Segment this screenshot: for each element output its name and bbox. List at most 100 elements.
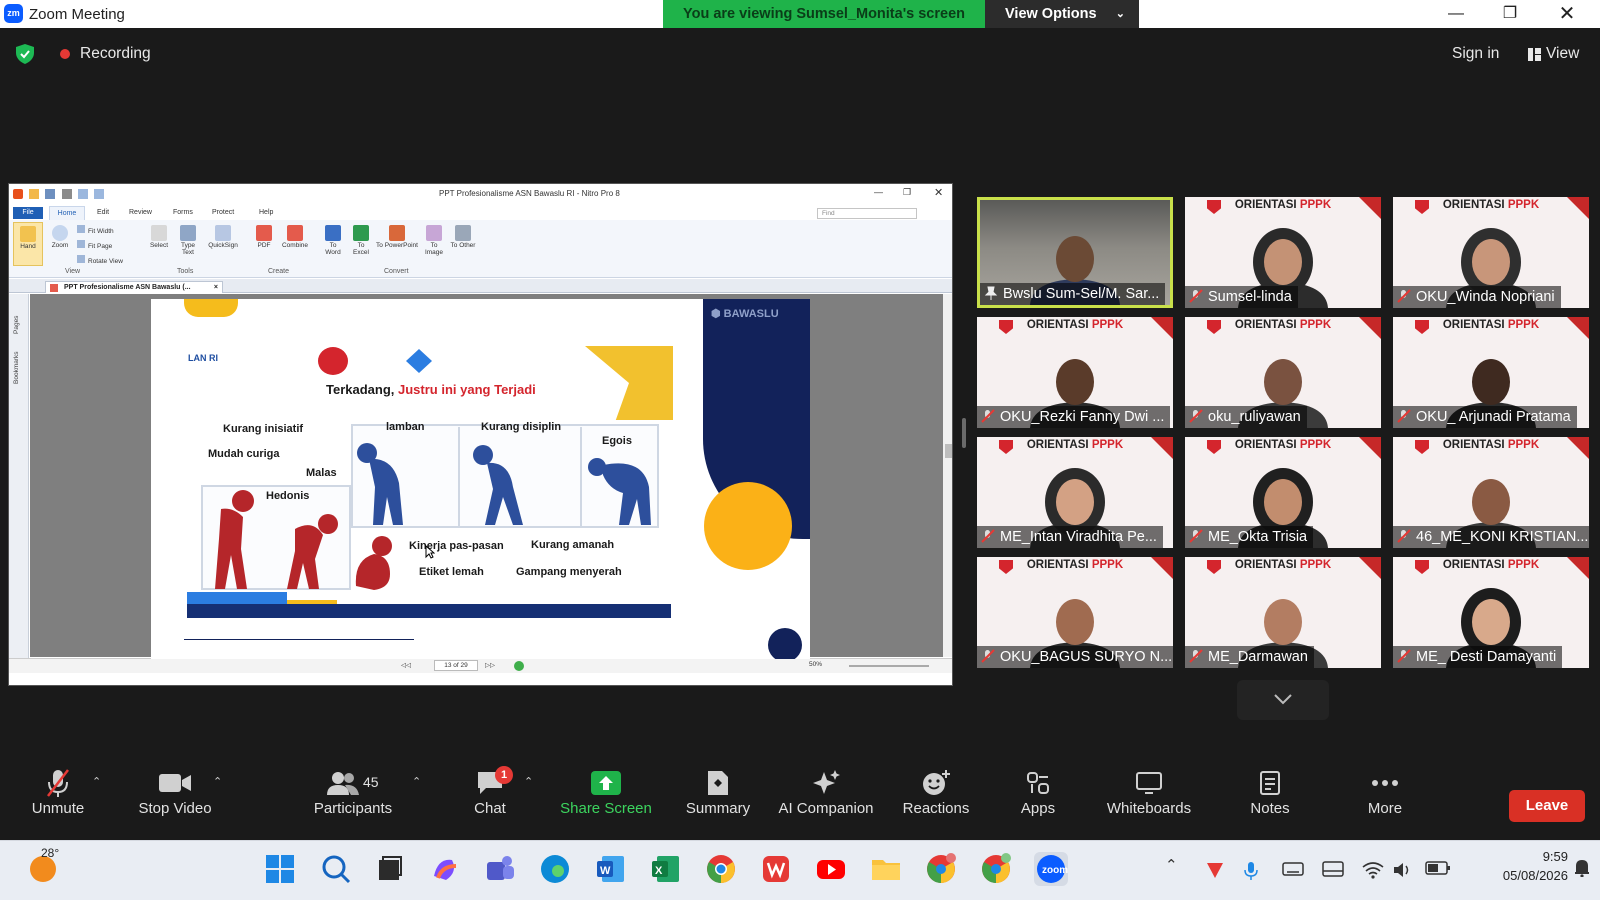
participant-tile[interactable]: ORIENTASI PPPK ME_Okta Trisia xyxy=(1185,437,1381,548)
participant-tile[interactable]: ORIENTASI PPPK 46_ME_KONI KRISTIAN... xyxy=(1393,437,1589,548)
tab-file[interactable]: File xyxy=(13,207,43,219)
participant-tile[interactable]: ORIENTASI PPPK ME_ Desti Damayanti xyxy=(1393,557,1589,668)
edge-browser-icon[interactable] xyxy=(538,852,572,886)
fit-width-button[interactable]: Fit Width xyxy=(77,224,123,239)
keyboard-icon[interactable] xyxy=(1282,861,1304,877)
page-indicator[interactable]: 13 of 29 xyxy=(434,660,478,671)
tab-protect[interactable]: Protect xyxy=(212,209,234,216)
zoom-level[interactable]: 50% xyxy=(809,661,822,668)
weather-temperature[interactable]: 28° xyxy=(41,846,59,860)
type-text-button[interactable]: Type Text xyxy=(175,225,201,256)
whiteboards-button[interactable]: Whiteboards xyxy=(1100,768,1198,817)
word-icon[interactable]: W xyxy=(594,852,628,886)
to-image-button[interactable]: To Image xyxy=(421,225,447,256)
vertical-scrollbar[interactable] xyxy=(943,294,952,657)
document-tab[interactable]: PPT Profesionalisme ASN Bawaslu (... × xyxy=(45,281,223,293)
gallery-next-page-button[interactable] xyxy=(1237,680,1329,720)
participant-tile[interactable]: ORIENTASI PPPK Sumsel-linda xyxy=(1185,197,1381,308)
pages-panel-tab[interactable]: Pages xyxy=(13,316,20,334)
zoom-app-icon[interactable]: zoom xyxy=(1034,852,1068,886)
zoom-tool-button[interactable]: Zoom xyxy=(47,225,73,249)
minimize-button[interactable]: — xyxy=(1433,0,1479,28)
chrome-second-profile-icon[interactable] xyxy=(979,852,1013,886)
display-icon[interactable] xyxy=(1322,861,1344,877)
task-view-icon[interactable] xyxy=(373,852,407,886)
fit-page-button[interactable]: Fit Page xyxy=(77,239,123,254)
to-other-button[interactable]: To Other xyxy=(449,225,477,249)
show-hidden-icons-caret-icon[interactable]: ⌃ xyxy=(1165,856,1178,874)
copilot-icon[interactable] xyxy=(428,852,462,886)
volume-icon[interactable] xyxy=(1392,861,1412,879)
participant-tile[interactable]: ORIENTASI PPPK OKU_Winda Nopriani xyxy=(1393,197,1589,308)
notes-button[interactable]: Notes xyxy=(1240,768,1300,817)
youtube-icon[interactable] xyxy=(814,852,848,886)
to-excel-button[interactable]: To Excel xyxy=(349,225,373,256)
notification-bell-icon[interactable] xyxy=(1573,857,1591,877)
encryption-shield-icon[interactable] xyxy=(16,44,34,64)
next-page-icon[interactable]: ▷▷ xyxy=(485,661,495,669)
scrollbar-thumb[interactable] xyxy=(945,444,952,458)
share-screen-button[interactable]: Share Screen xyxy=(558,768,654,817)
ai-companion-button[interactable]: AI Companion xyxy=(770,768,882,817)
maximize-button[interactable]: ❐ xyxy=(1487,0,1533,28)
view-options-button[interactable]: View Options ⌄ xyxy=(985,0,1139,28)
tab-review[interactable]: Review xyxy=(129,209,152,216)
close-tab-icon[interactable]: × xyxy=(214,282,218,293)
wps-office-icon[interactable] xyxy=(759,852,793,886)
wifi-icon[interactable] xyxy=(1362,861,1384,879)
recording-label[interactable]: Recording xyxy=(80,45,151,63)
chat-button[interactable]: 1 Chat xyxy=(460,766,520,817)
nitro-restore-button[interactable]: ❐ xyxy=(903,187,911,198)
bookmarks-panel-tab[interactable]: Bookmarks xyxy=(13,351,20,384)
summary-button[interactable]: Summary xyxy=(675,768,761,817)
more-button[interactable]: More xyxy=(1360,768,1410,817)
find-input[interactable]: Find xyxy=(817,208,917,219)
first-page-icon[interactable]: ◁◁ xyxy=(401,661,411,669)
search-icon[interactable] xyxy=(319,852,353,886)
combine-button[interactable]: Combine xyxy=(279,225,311,249)
participant-tile[interactable]: ORIENTASI PPPK OKU_Rezki Fanny Dwi ... xyxy=(977,317,1173,428)
rotate-view-button[interactable]: Rotate View xyxy=(77,254,123,269)
microphone-icon[interactable] xyxy=(1244,861,1258,881)
pdf-button[interactable]: PDF xyxy=(253,225,275,249)
quicksign-button[interactable]: QuickSign xyxy=(205,225,241,249)
print-icon[interactable] xyxy=(61,189,72,199)
participants-button[interactable]: 45 Participants xyxy=(308,768,398,817)
excel-icon[interactable]: X xyxy=(649,852,683,886)
participant-tile[interactable]: Bwslu Sum-Sel/M. Sar... xyxy=(977,197,1173,308)
hand-tool-button[interactable]: Hand xyxy=(13,222,43,266)
clock-date[interactable]: 05/08/2026 xyxy=(1468,868,1568,883)
battery-icon[interactable] xyxy=(1425,861,1451,875)
teams-icon[interactable] xyxy=(483,852,517,886)
chat-options-caret-icon[interactable]: ⌃ xyxy=(524,775,533,788)
participant-tile[interactable]: ORIENTASI PPPK oku_ruliyawan xyxy=(1185,317,1381,428)
tab-home[interactable]: Home xyxy=(49,206,85,220)
panel-splitter[interactable] xyxy=(962,418,966,448)
stop-video-button[interactable]: Stop Video xyxy=(130,768,220,817)
tab-help[interactable]: Help xyxy=(259,209,273,216)
open-icon[interactable] xyxy=(29,189,40,199)
reactions-button[interactable]: Reactions xyxy=(890,768,982,817)
start-windows-icon[interactable] xyxy=(263,852,297,886)
to-powerpoint-button[interactable]: To PowerPoint xyxy=(375,225,419,249)
zoom-slider[interactable] xyxy=(849,665,929,667)
undo-icon[interactable] xyxy=(77,189,88,199)
clock-time[interactable]: 9:59 xyxy=(1488,849,1568,864)
file-explorer-icon[interactable] xyxy=(869,852,903,886)
leave-meeting-button[interactable]: Leave xyxy=(1509,790,1585,822)
participant-tile[interactable]: ORIENTASI PPPK ME_Intan Viradhita Pe... xyxy=(977,437,1173,548)
play-icon[interactable] xyxy=(514,661,524,671)
vpn-shield-icon[interactable] xyxy=(1205,861,1225,879)
chrome-icon[interactable] xyxy=(704,852,738,886)
tab-edit[interactable]: Edit xyxy=(97,209,109,216)
tab-forms[interactable]: Forms xyxy=(173,209,193,216)
chrome-profile-icon[interactable] xyxy=(924,852,958,886)
select-tool-button[interactable]: Select xyxy=(145,225,173,249)
nitro-minimize-button[interactable]: — xyxy=(874,187,883,197)
redo-icon[interactable] xyxy=(94,189,105,199)
participant-tile[interactable]: ORIENTASI PPPK ME_Darmawan xyxy=(1185,557,1381,668)
participants-options-caret-icon[interactable]: ⌃ xyxy=(412,775,421,788)
close-window-button[interactable]: ✕ xyxy=(1544,0,1590,28)
apps-button[interactable]: Apps xyxy=(1010,768,1066,817)
video-options-caret-icon[interactable]: ⌃ xyxy=(213,775,222,788)
